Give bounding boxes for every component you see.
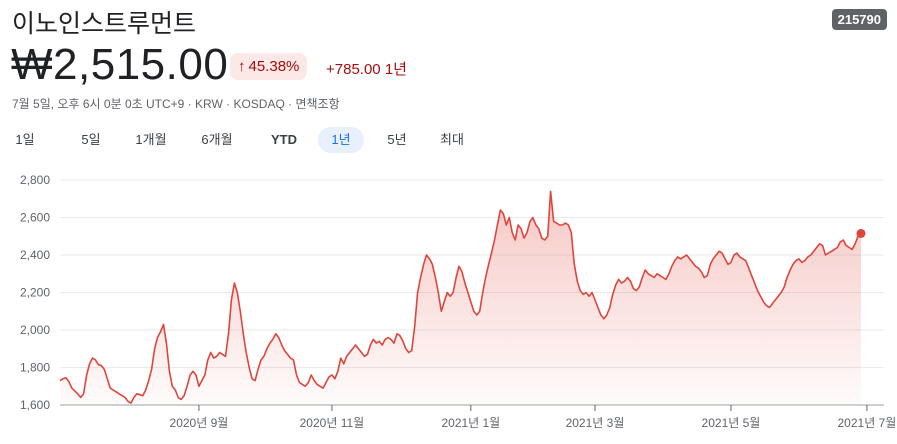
tab-6[interactable]: 5년 <box>384 127 410 153</box>
tab-5[interactable]: 1년 <box>318 127 364 153</box>
y-tick-label: 2,800 <box>20 173 50 187</box>
stock-title: 이노인스트루먼트 <box>12 10 197 38</box>
tab-1[interactable]: 5일 <box>78 127 104 153</box>
y-tick-label: 2,600 <box>20 211 50 225</box>
change-period: 1년 <box>384 61 407 78</box>
y-tick-label: 2,000 <box>20 323 50 337</box>
tab-4[interactable]: YTD <box>268 127 300 153</box>
x-tick-label: 2021년 1월 <box>441 416 500 430</box>
last-price-dot <box>856 228 866 238</box>
change-absolute: +785.00 1년 <box>326 58 407 79</box>
x-tick-label: 2021년 7월 <box>838 416 897 430</box>
x-tick-label: 2021년 3월 <box>566 416 625 430</box>
arrow-up-icon: ↑ <box>238 58 246 75</box>
y-tick-label: 1,800 <box>20 361 50 375</box>
y-tick-label: 2,200 <box>20 286 50 300</box>
y-tick-label: 1,600 <box>20 398 50 412</box>
tab-3[interactable]: 6개월 <box>198 127 236 153</box>
change-percent: 45.38% <box>248 58 300 75</box>
price-chart: 1,600 1,800 2,000 2,200 2,400 2,600 2,800 2020년… <box>20 173 897 430</box>
y-tick-label: 2,400 <box>20 248 50 262</box>
tab-0[interactable]: 1일 <box>12 127 38 153</box>
change-percent-badge: ↑ 45.38% <box>230 53 308 80</box>
change-abs-value: +785.00 <box>326 61 381 78</box>
tab-2[interactable]: 1개월 <box>132 127 170 153</box>
current-price: ₩2,515.00 <box>11 40 229 89</box>
x-tick-label: 2020년 11월 <box>300 416 365 430</box>
x-tick-label: 2021년 5월 <box>702 416 761 430</box>
price-area <box>60 191 861 405</box>
tab-7[interactable]: 최대 <box>438 127 466 153</box>
price-meta: 7월 5일, 오후 6시 0분 0초 UTC+9 · KRW · KOSDAQ … <box>12 97 340 111</box>
ticker-badge[interactable]: 215790 <box>831 9 887 30</box>
x-tick-label: 2020년 9월 <box>170 416 229 430</box>
